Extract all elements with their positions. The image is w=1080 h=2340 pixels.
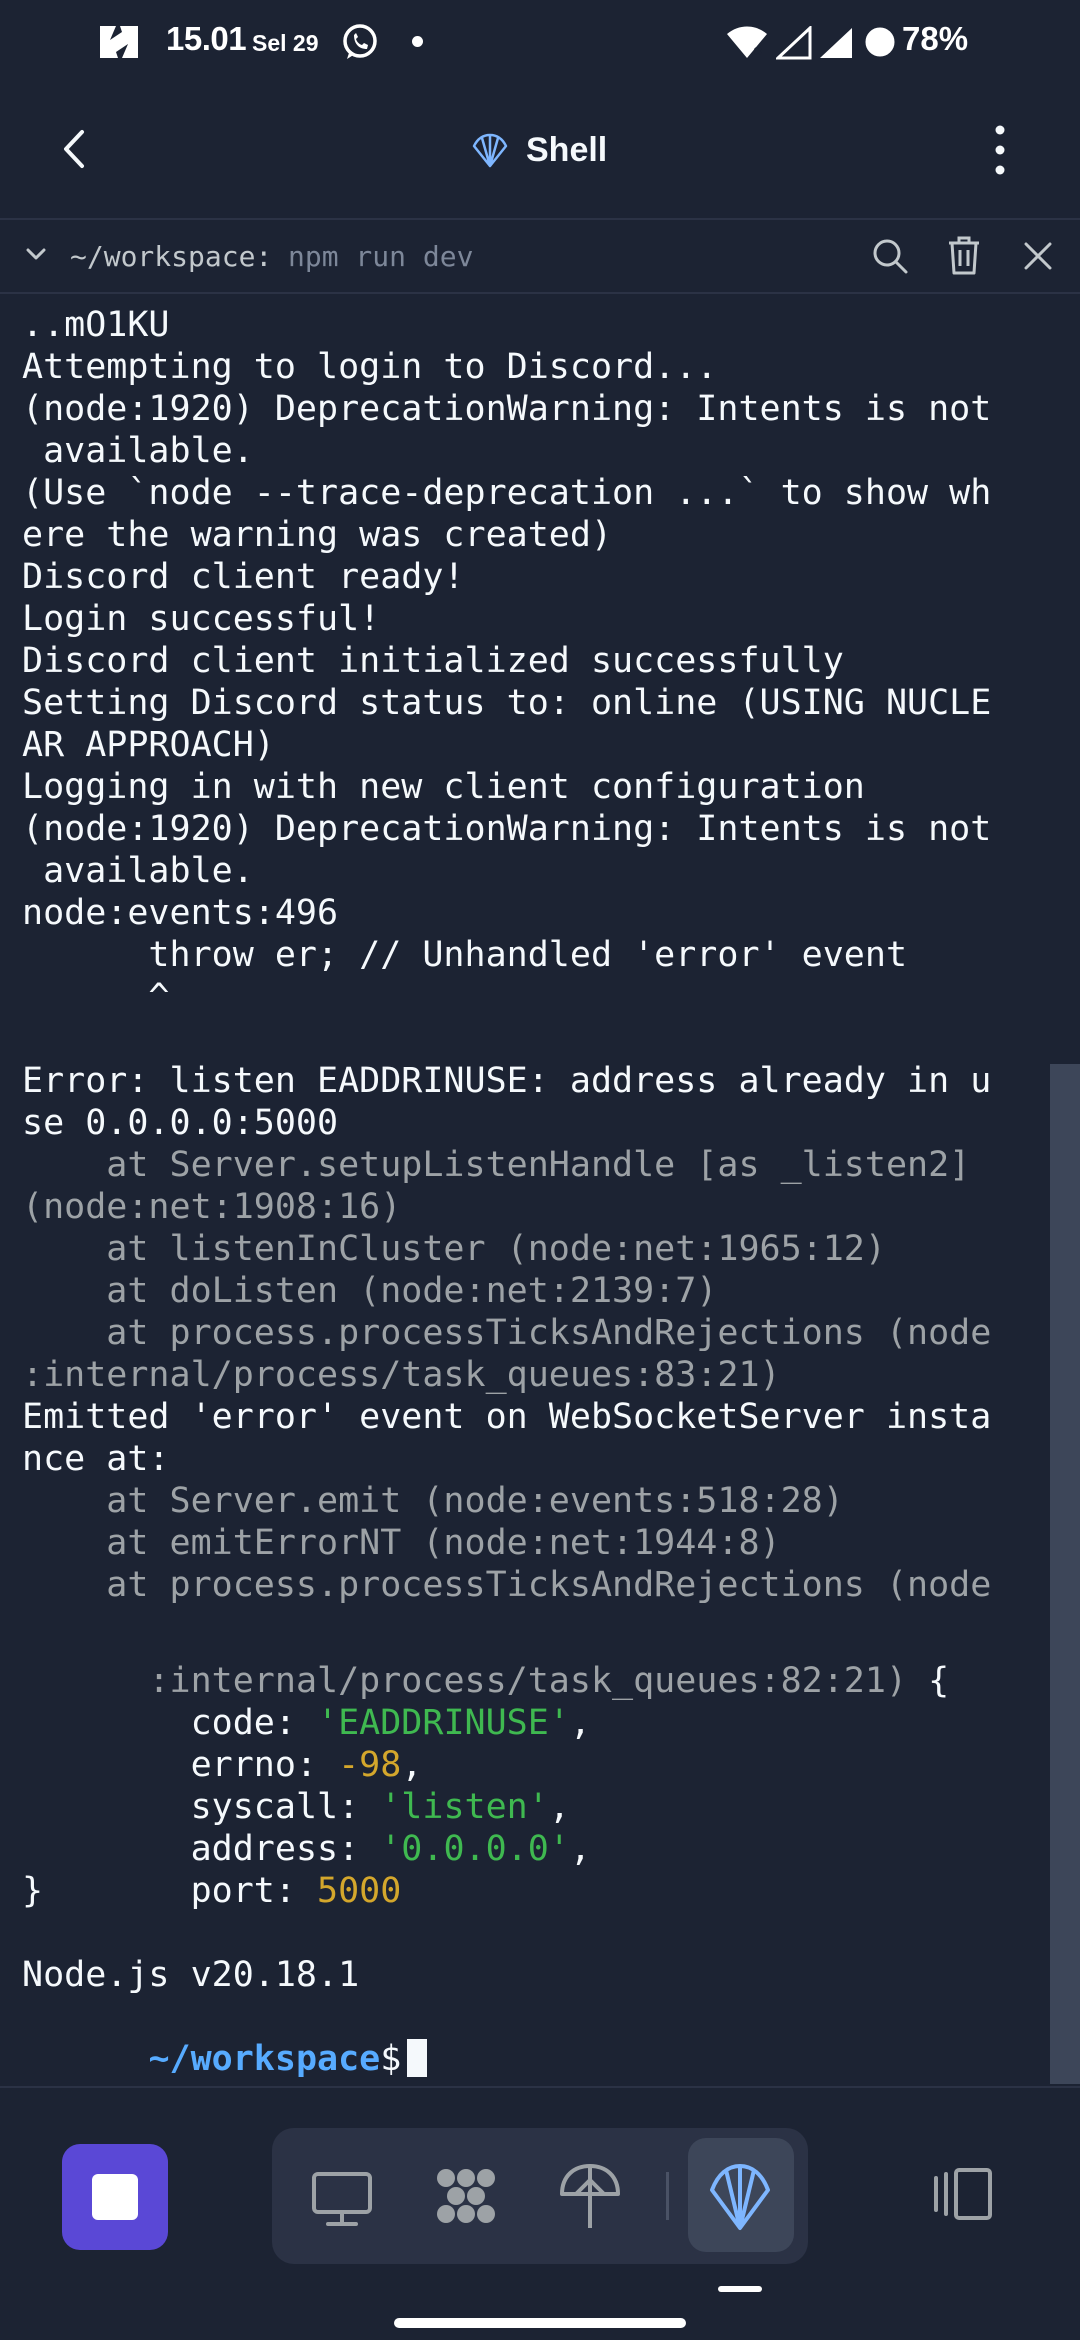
terminal-line: ^: [22, 977, 170, 1017]
terminal-line: Setting Discord status to: online (USING…: [22, 683, 992, 723]
stop-button[interactable]: [62, 2144, 168, 2250]
deploy-icon[interactable]: [554, 2150, 626, 2242]
tab-indicator: [718, 2286, 762, 2292]
terminal-line: at Server.emit (node:events:518:28): [22, 1481, 844, 1521]
battery-icon: [865, 27, 895, 57]
terminal-line: (node:net:1908:16): [22, 1187, 402, 1227]
screen: 15.01 Sel 29 78% Shell ~/workspace: npm …: [0, 0, 1080, 2340]
signal-icon: [820, 28, 852, 58]
shell-icon: [472, 133, 508, 168]
header-title-group: Shell: [470, 126, 607, 174]
terminal-line: Discord client initialized successfully: [22, 641, 844, 681]
terminal-line: ere the warning was created): [22, 515, 613, 555]
status-bar: 15.01 Sel 29 78%: [0, 0, 1080, 82]
terminal-output[interactable]: ..mO1KU Attempting to login to Discord...…: [0, 294, 1080, 2084]
prompt-symbol: $: [380, 2039, 402, 2079]
terminal-line: se 0.0.0.0:5000: [22, 1103, 339, 1143]
terminal-line: }: [22, 1871, 44, 1911]
terminal-cursor: [407, 2039, 428, 2077]
terminal-line: at process.processTicksAndRejections (no…: [22, 1313, 992, 1353]
terminal-line: available.: [22, 431, 254, 471]
shell-icon[interactable]: [704, 2150, 776, 2242]
terminal-line: available.: [22, 851, 254, 891]
battery-percent: 78%: [902, 20, 969, 57]
back-arrow-icon[interactable]: [52, 126, 98, 172]
search-icon[interactable]: [870, 236, 910, 276]
panels-icon[interactable]: [930, 2164, 996, 2224]
terminal-scrollbar[interactable]: [1050, 1064, 1080, 2084]
signal-icon: [776, 26, 812, 60]
terminal-line: at emitErrorNT (node:net:1944:8): [22, 1523, 781, 1563]
app-notification-icon: [100, 26, 138, 58]
more-vert-icon[interactable]: [980, 122, 1020, 178]
terminal-line: Error: listen EADDRINUSE: address alread…: [22, 1061, 992, 1101]
terminal-line: at listenInCluster (node:net:1965:12): [22, 1229, 886, 1269]
terminal-line: Attempting to login to Discord...: [22, 347, 718, 387]
terminal-tab-bar: ~/workspace: npm run dev: [0, 220, 1080, 294]
stop-icon: [92, 2174, 138, 2220]
terminal-line: at process.processTicksAndRejections (no…: [22, 1565, 992, 1605]
notification-dot: [412, 36, 423, 47]
terminal-line: (Use `node --trace-deprecation ...` to s…: [22, 473, 992, 513]
prompt-path: ~/workspace: [148, 2039, 381, 2079]
terminal-line: :internal/process/task_queues:83:21): [22, 1355, 781, 1395]
terminal-line: ..mO1KU: [22, 305, 170, 345]
node-version: Node.js v20.18.1: [22, 1955, 360, 1995]
terminal-line: AR APPROACH): [22, 725, 275, 765]
tool-separator: [666, 2172, 669, 2220]
terminal-line: Discord client ready!: [22, 557, 465, 597]
bottom-toolbar: [0, 2086, 1080, 2340]
extensions-icon[interactable]: [430, 2150, 502, 2242]
terminal-line: Logging in with new client configuration: [22, 767, 865, 807]
terminal-line: node:events:496: [22, 893, 339, 933]
terminal-line: nce at:: [22, 1439, 170, 1479]
page-title: Shell: [526, 130, 608, 169]
tool-switcher: [272, 2128, 808, 2264]
whatsapp-icon: [343, 24, 377, 59]
home-indicator[interactable]: [394, 2318, 686, 2328]
monitor-icon[interactable]: [306, 2150, 378, 2242]
terminal-line: throw er; // Unhandled 'error' event: [22, 935, 908, 975]
wifi-icon: [727, 26, 767, 58]
terminal-line: at doListen (node:net:2139:7): [22, 1271, 718, 1311]
close-icon[interactable]: [1020, 238, 1056, 274]
chevron-down-icon[interactable]: [20, 238, 52, 270]
trash-icon[interactable]: [944, 234, 984, 276]
status-time: 15.01: [166, 20, 247, 57]
app-header: Shell: [0, 82, 1080, 220]
terminal-prompt[interactable]: ~/workspace$: [22, 1996, 428, 2084]
terminal-line: Login successful!: [22, 599, 381, 639]
terminal-line: (node:1920) DeprecationWarning: Intents …: [22, 809, 992, 849]
tab-working-directory: ~/workspace:: [70, 240, 273, 273]
terminal-line: (node:1920) DeprecationWarning: Intents …: [22, 389, 992, 429]
terminal-field-port: port: 5000: [148, 1871, 402, 1911]
status-date: Sel 29: [252, 30, 319, 56]
tab-command: npm run dev: [288, 240, 474, 273]
terminal-line: at Server.setupListenHandle [as _listen2…: [22, 1145, 971, 1185]
terminal-line: Emitted 'error' event on WebSocketServer…: [22, 1397, 992, 1437]
